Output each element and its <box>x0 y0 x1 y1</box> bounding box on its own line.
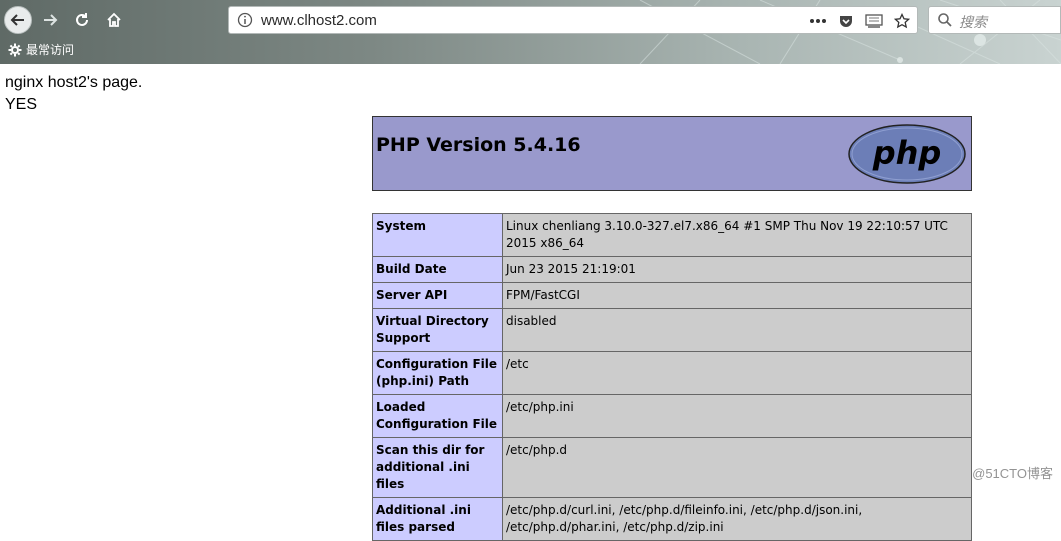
arrow-left-icon <box>10 14 24 26</box>
page-actions-icon[interactable] <box>807 10 829 32</box>
url-text[interactable]: www.clhost2.com <box>261 12 377 29</box>
php-logo: php <box>848 124 966 184</box>
info-icon[interactable] <box>237 12 253 33</box>
watermark: @51CTO博客 <box>972 466 1053 481</box>
row-key: Build Date <box>372 256 503 283</box>
reader-view-icon[interactable] <box>863 10 885 32</box>
row-value: /etc/php.ini <box>502 394 972 438</box>
table-row: Virtual Directory Support disabled <box>372 308 972 352</box>
row-value: disabled <box>502 308 972 352</box>
table-row: Additional .ini files parsed/etc/php.d/c… <box>372 497 972 541</box>
php-version-title: PHP Version 5.4.16 <box>376 134 581 156</box>
row-key: Server API <box>372 282 503 309</box>
row-value: /etc <box>502 351 972 395</box>
reload-icon <box>76 13 88 26</box>
row-value: Linux chenliang 3.10.0-327.el7.x86_64 #1… <box>502 213 972 257</box>
row-value: /etc/php.d <box>502 437 972 498</box>
php-version-header: PHP Version 5.4.16 php <box>372 116 972 191</box>
row-key: Configuration File (php.ini) Path <box>372 351 503 395</box>
reload-button[interactable] <box>68 6 96 34</box>
table-row: Build Date Jun 23 2015 21:19:01 <box>372 256 972 283</box>
forward-button[interactable] <box>36 6 64 34</box>
pocket-icon[interactable] <box>835 10 857 32</box>
home-icon <box>107 12 121 27</box>
search-placeholder: 搜索 <box>959 14 987 30</box>
row-key: Scan this dir for additional .ini files <box>372 437 503 498</box>
arrow-right-icon <box>44 14 58 26</box>
table-row: Loaded Configuration File/etc/php.ini <box>372 394 972 438</box>
table-row: Server API FPM/FastCGI <box>372 282 972 309</box>
table-row: Configuration File (php.ini) Path/etc <box>372 351 972 395</box>
bookmark-label: 最常访问 <box>26 43 75 57</box>
search-box[interactable]: 搜索 <box>928 6 1061 34</box>
page-text-line2: YES <box>5 96 38 113</box>
address-bar[interactable]: www.clhost2.com <box>228 6 918 34</box>
home-button[interactable] <box>100 6 128 34</box>
bookmark-most-visited[interactable]: 最常访问 <box>8 41 74 58</box>
row-value: Jun 23 2015 21:19:01 <box>502 256 972 283</box>
page-text-line1: nginx host2's page. <box>5 74 143 91</box>
table-row: Scan this dir for additional .ini files /… <box>372 437 972 498</box>
row-value: /etc/php.d/curl.ini, /etc/php.d/fileinfo… <box>502 497 972 541</box>
browser-toolbar: www.clhost2.com 搜索 最常访问 <box>0 0 1061 64</box>
row-key: Additional .ini files parsed <box>372 497 503 541</box>
table-row: System Linux chenliang 3.10.0-327.el7.x86… <box>372 213 972 257</box>
row-key: Virtual Directory Support <box>372 308 503 352</box>
search-icon <box>937 12 953 33</box>
row-key: Loaded Configuration File <box>372 394 503 438</box>
gear-icon <box>8 43 22 56</box>
row-key: System <box>372 213 503 257</box>
bookmark-star-icon[interactable] <box>891 10 913 32</box>
php-logo-text: php <box>872 134 942 172</box>
back-button[interactable] <box>4 6 32 34</box>
row-value: FPM/FastCGI <box>502 282 972 309</box>
